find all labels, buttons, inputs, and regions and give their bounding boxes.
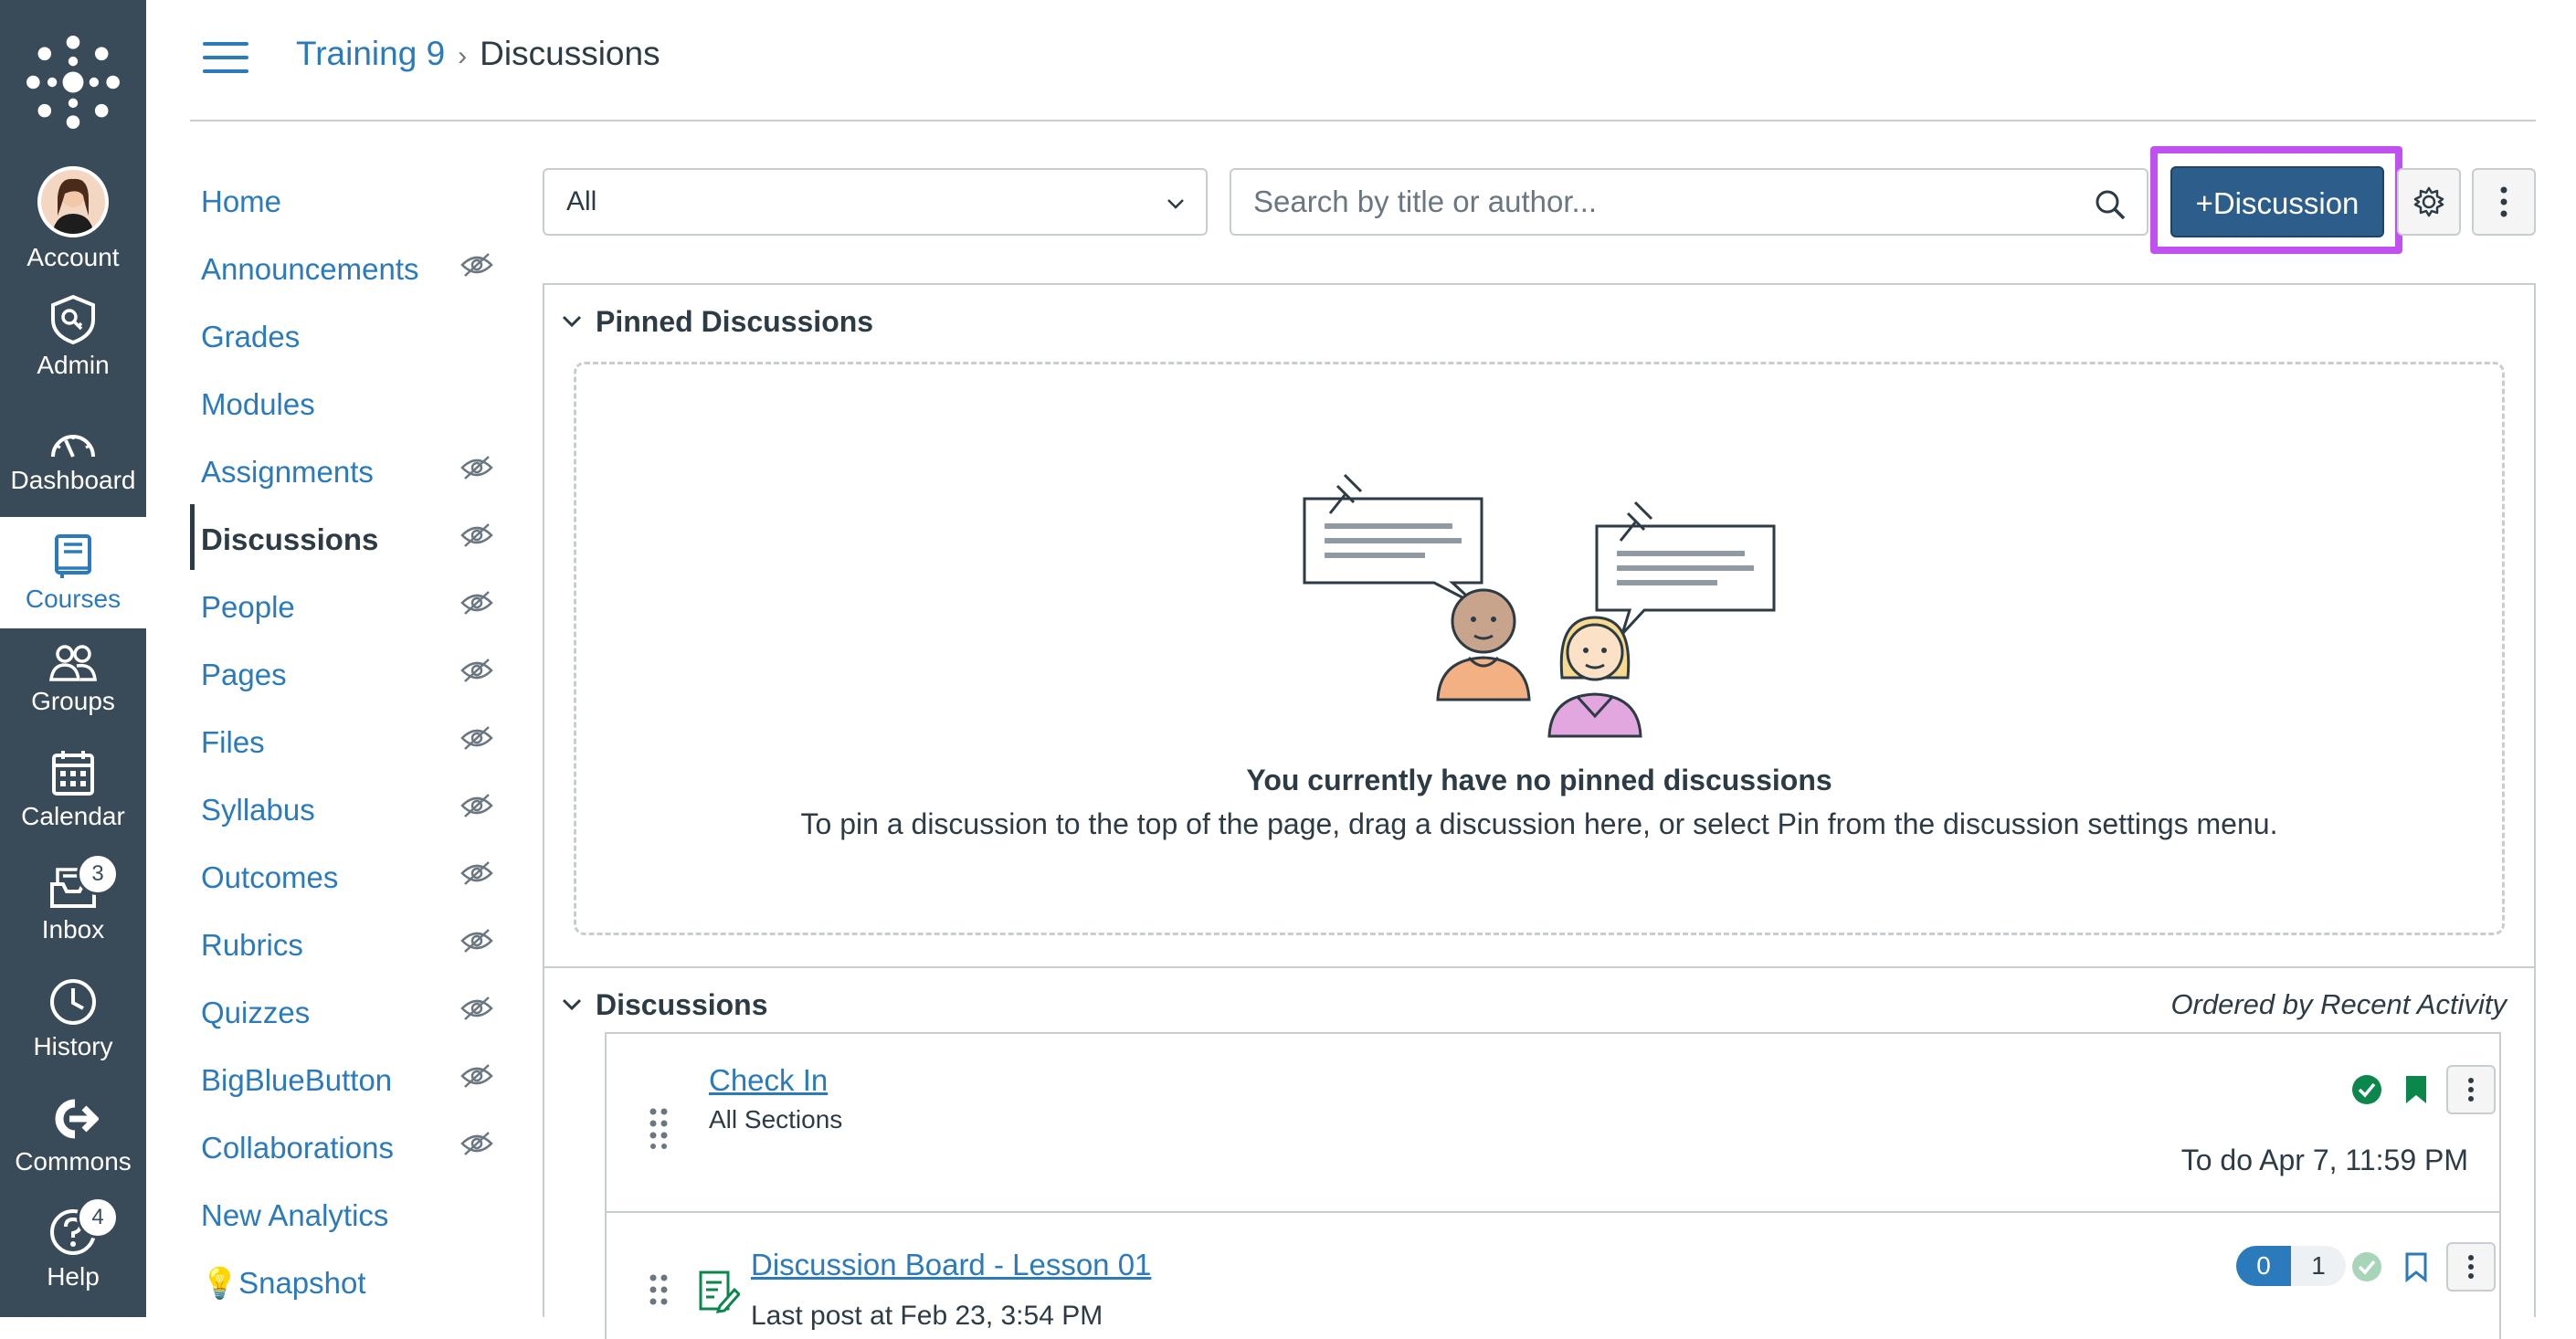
course-nav-discussions[interactable]: Discussions bbox=[201, 522, 378, 557]
filter-value: All bbox=[566, 186, 597, 216]
discussion-sections: All Sections bbox=[709, 1105, 843, 1133]
section-divider bbox=[544, 966, 2534, 968]
discussion-settings-button[interactable] bbox=[2397, 168, 2461, 236]
hidden-eye-icon bbox=[460, 726, 493, 750]
discussion-menu-button[interactable] bbox=[2446, 1242, 2496, 1292]
course-nav-announcements[interactable]: Announcements bbox=[201, 252, 419, 287]
empty-pinned-title: You currently have no pinned discussions bbox=[1246, 764, 1832, 796]
clock-icon bbox=[50, 979, 96, 1025]
discussion-title-link[interactable]: Check In bbox=[709, 1063, 828, 1098]
hidden-eye-icon bbox=[460, 929, 493, 953]
course-nav-pages[interactable]: Pages bbox=[201, 658, 287, 692]
hidden-eye-icon bbox=[460, 456, 493, 480]
breadcrumb-current: Discussions bbox=[480, 35, 660, 72]
breadcrumb-separator: › bbox=[458, 41, 468, 71]
global-nav-calendar[interactable]: Calendar bbox=[0, 749, 146, 831]
discussion-last-post: Last post at Feb 23, 3:54 PM bbox=[751, 1301, 1103, 1331]
global-nav-courses[interactable]: Courses bbox=[0, 517, 146, 628]
pinned-section-title[interactable]: Pinned Discussions bbox=[596, 305, 873, 339]
kebab-icon bbox=[2500, 186, 2507, 217]
breadcrumb: Training 9 › Discussions bbox=[296, 35, 660, 73]
hidden-eye-icon bbox=[460, 1132, 493, 1155]
kebab-icon bbox=[2468, 1255, 2474, 1279]
hidden-eye-icon bbox=[460, 591, 493, 615]
course-menu-toggle[interactable] bbox=[203, 42, 248, 73]
chevron-down-icon bbox=[1167, 199, 1184, 209]
chevron-down-icon[interactable] bbox=[561, 994, 583, 1016]
people-icon bbox=[49, 645, 97, 681]
speedometer-icon bbox=[51, 435, 95, 458]
hidden-eye-icon bbox=[460, 523, 493, 547]
course-nav-modules[interactable]: Modules bbox=[201, 387, 315, 422]
course-nav-quizzes[interactable]: Quizzes bbox=[201, 996, 310, 1030]
inbox-badge: 3 bbox=[77, 853, 119, 895]
course-nav-people[interactable]: People bbox=[201, 590, 295, 625]
search-placeholder: Search by title or author... bbox=[1253, 185, 1598, 218]
header-divider bbox=[190, 120, 2536, 121]
hidden-eye-icon bbox=[460, 1064, 493, 1088]
unpublished-check-icon[interactable] bbox=[2351, 1251, 2382, 1282]
graded-discussion-icon bbox=[699, 1270, 740, 1313]
empty-pinned-description: To pin a discussion to the top of the pa… bbox=[800, 807, 2278, 840]
calendar-icon bbox=[52, 751, 94, 796]
global-nav-history[interactable]: History bbox=[0, 977, 146, 1061]
drag-handle-icon[interactable] bbox=[649, 1273, 669, 1315]
hidden-eye-icon bbox=[460, 253, 493, 277]
global-nav-groups[interactable]: Groups bbox=[0, 643, 146, 716]
kebab-icon bbox=[2468, 1078, 2474, 1102]
course-nav-collaborations[interactable]: Collaborations bbox=[201, 1131, 394, 1165]
canvas-logo-icon[interactable] bbox=[26, 35, 121, 130]
course-nav-outcomes[interactable]: Outcomes bbox=[201, 860, 338, 895]
hidden-eye-icon bbox=[460, 659, 493, 682]
help-badge: 4 bbox=[77, 1197, 119, 1239]
global-nav: Account Admin Dashboard Courses Groups C… bbox=[0, 0, 146, 1317]
subscribed-bookmark-icon[interactable] bbox=[2404, 1074, 2428, 1105]
discussion-title-link[interactable]: Discussion Board - Lesson 01 bbox=[751, 1248, 1151, 1282]
book-icon bbox=[55, 534, 91, 578]
discussion-row[interactable]: Discussion Board - Lesson 01 Last post a… bbox=[605, 1211, 2501, 1339]
discussion-filter-select[interactable]: All bbox=[543, 168, 1208, 236]
add-discussion-button[interactable]: +Discussion bbox=[2170, 166, 2384, 237]
drag-handle-icon[interactable] bbox=[649, 1107, 669, 1149]
hidden-eye-icon bbox=[460, 996, 493, 1020]
global-nav-account[interactable]: Account bbox=[0, 166, 146, 272]
course-nav-files[interactable]: Files bbox=[201, 725, 265, 760]
course-nav-bigbluebutton[interactable]: BigBlueButton bbox=[201, 1063, 392, 1098]
global-nav-help[interactable]: Help 4 bbox=[0, 1197, 146, 1292]
course-nav-syllabus[interactable]: Syllabus bbox=[201, 793, 315, 828]
breadcrumb-course-link[interactable]: Training 9 bbox=[296, 35, 445, 72]
unread-count-badge: 0 bbox=[2236, 1246, 2291, 1286]
hidden-eye-icon bbox=[460, 861, 493, 885]
unsubscribed-bookmark-icon[interactable] bbox=[2404, 1251, 2428, 1282]
published-check-icon[interactable] bbox=[2351, 1074, 2382, 1105]
more-options-button[interactable] bbox=[2472, 168, 2536, 236]
course-nav-assignments[interactable]: Assignments bbox=[201, 455, 374, 490]
gear-icon bbox=[2413, 186, 2444, 217]
shield-icon bbox=[51, 294, 95, 345]
course-nav-home[interactable]: Home bbox=[201, 185, 281, 219]
discussion-due-date: To do Apr 7, 11:59 PM bbox=[2180, 1144, 2468, 1176]
search-icon[interactable] bbox=[2094, 188, 2127, 221]
course-nav-grades[interactable]: Grades bbox=[201, 320, 300, 354]
discussion-menu-button[interactable] bbox=[2446, 1065, 2496, 1114]
search-input[interactable]: Search by title or author... bbox=[1230, 168, 2148, 236]
chevron-down-icon[interactable] bbox=[561, 311, 583, 332]
course-nav-active-indicator bbox=[190, 504, 195, 570]
commons-icon bbox=[55, 1099, 99, 1139]
global-nav-admin[interactable]: Admin bbox=[0, 294, 146, 380]
course-nav-new-analytics[interactable]: New Analytics bbox=[201, 1198, 388, 1233]
course-nav-rubrics[interactable]: Rubrics bbox=[201, 928, 303, 963]
avatar bbox=[37, 166, 109, 237]
global-nav-commons[interactable]: Commons bbox=[0, 1096, 146, 1176]
hidden-eye-icon bbox=[460, 794, 493, 817]
order-label: Ordered by Recent Activity bbox=[2170, 988, 2507, 1020]
discussion-row[interactable]: Check In All Sections To do Apr 7, 11:59… bbox=[605, 1032, 2501, 1213]
global-nav-dashboard[interactable]: Dashboard bbox=[0, 424, 146, 495]
total-replies-badge: 1 bbox=[2291, 1246, 2346, 1286]
discussions-section-title[interactable]: Discussions bbox=[596, 988, 768, 1022]
empty-pinned-illustration bbox=[1303, 473, 1776, 738]
global-nav-inbox[interactable]: Inbox 3 bbox=[0, 853, 146, 944]
course-nav-snapshot[interactable]: 💡Snapshot bbox=[201, 1266, 366, 1302]
